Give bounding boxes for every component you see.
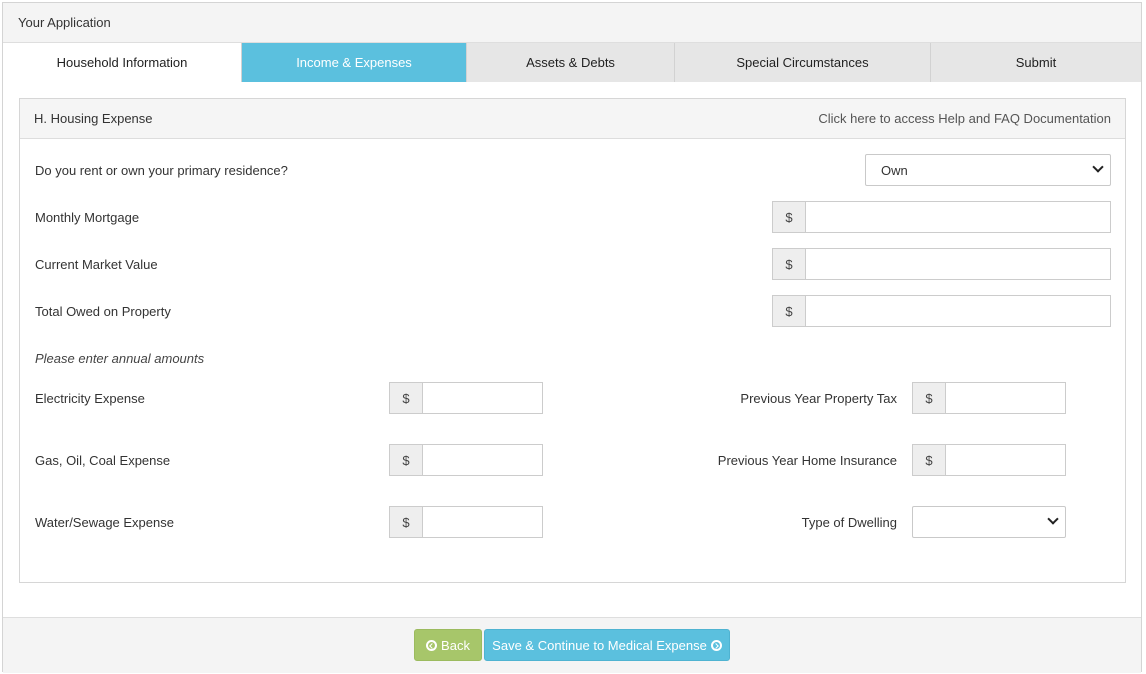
app-title: Your Application: [18, 15, 111, 30]
dollar-addon: $: [772, 201, 805, 233]
housing-expense-panel: H. Housing Expense Click here to access …: [19, 98, 1126, 583]
help-faq-link[interactable]: Click here to access Help and FAQ Docume…: [818, 111, 1111, 126]
dollar-addon: $: [389, 382, 422, 414]
rent-own-select[interactable]: Own: [865, 154, 1111, 186]
monthly-mortgage-label: Monthly Mortgage: [35, 210, 140, 225]
save-continue-button[interactable]: Save & Continue to Medical Expense: [484, 629, 730, 661]
water-sewage-input[interactable]: [422, 506, 543, 538]
dollar-addon: $: [389, 444, 422, 476]
app-header: Your Application: [3, 3, 1141, 43]
dollar-addon: $: [772, 295, 805, 327]
electricity-group: $: [389, 382, 543, 414]
gas-oil-coal-group: $: [389, 444, 543, 476]
home-insurance-input[interactable]: [945, 444, 1066, 476]
annual-amounts-note: Please enter annual amounts: [35, 351, 205, 366]
back-button-label: Back: [441, 637, 470, 653]
market-value-input[interactable]: [805, 248, 1111, 280]
panel-header: H. Housing Expense Click here to access …: [20, 99, 1125, 139]
monthly-mortgage-group: $: [772, 201, 1111, 233]
total-owed-group: $: [772, 295, 1111, 327]
tab-income-expenses[interactable]: Income & Expenses: [242, 43, 467, 82]
dollar-addon: $: [772, 248, 805, 280]
water-sewage-label: Water/Sewage Expense: [35, 515, 174, 530]
electricity-input[interactable]: [422, 382, 543, 414]
market-value-group: $: [772, 248, 1111, 280]
property-tax-input[interactable]: [945, 382, 1066, 414]
gas-oil-coal-label: Gas, Oil, Coal Expense: [35, 453, 171, 468]
tab-household-information[interactable]: Household Information: [3, 43, 242, 82]
footer-actions: Back Save & Continue to Medical Expense: [3, 617, 1141, 673]
dollar-addon: $: [912, 444, 945, 476]
electricity-label: Electricity Expense: [35, 391, 145, 406]
total-owed-input[interactable]: [805, 295, 1111, 327]
home-insurance-group: $: [912, 444, 1066, 476]
dollar-addon: $: [389, 506, 422, 538]
save-button-label: Save & Continue to Medical Expense: [492, 637, 707, 653]
monthly-mortgage-input[interactable]: [805, 201, 1111, 233]
tab-submit[interactable]: Submit: [931, 43, 1141, 82]
rent-own-value: Own: [881, 163, 908, 178]
circle-arrow-left-icon: [426, 639, 438, 651]
dollar-addon: $: [912, 382, 945, 414]
tab-special-circumstances[interactable]: Special Circumstances: [675, 43, 931, 82]
water-sewage-group: $: [389, 506, 543, 538]
property-tax-group: $: [912, 382, 1066, 414]
panel-title: H. Housing Expense: [34, 111, 153, 126]
total-owed-label: Total Owed on Property: [35, 304, 171, 319]
dwelling-type-label: Type of Dwelling: [801, 515, 897, 530]
application-frame: Your Application Household Information I…: [2, 2, 1142, 673]
back-button[interactable]: Back: [414, 629, 482, 661]
gas-oil-coal-input[interactable]: [422, 444, 543, 476]
chevron-down-icon: [1092, 161, 1104, 173]
tab-assets-debts[interactable]: Assets & Debts: [467, 43, 675, 82]
circle-arrow-right-icon: [710, 639, 722, 651]
dwelling-type-select[interactable]: [912, 506, 1066, 538]
chevron-down-icon: [1047, 513, 1059, 525]
property-tax-label: Previous Year Property Tax: [740, 391, 897, 406]
rent-own-label: Do you rent or own your primary residenc…: [35, 163, 288, 178]
market-value-label: Current Market Value: [35, 257, 158, 272]
home-insurance-label: Previous Year Home Insurance: [717, 453, 897, 468]
step-tabs: Household Information Income & Expenses …: [3, 43, 1141, 82]
